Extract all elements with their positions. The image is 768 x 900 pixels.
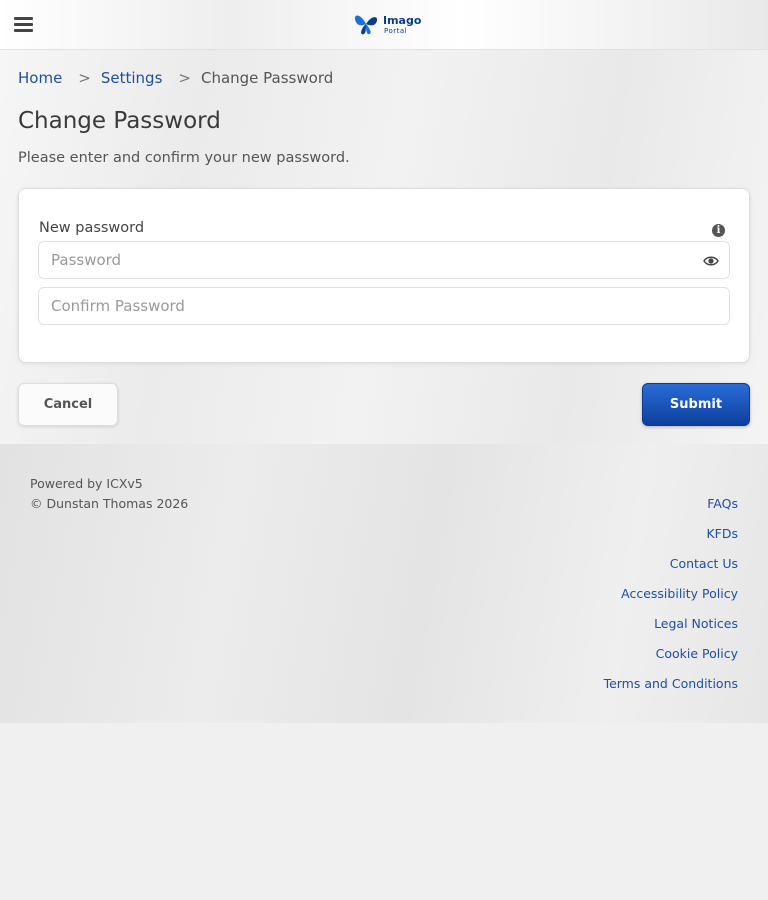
page-title: Change Password: [18, 108, 221, 134]
page-background: [0, 723, 768, 900]
info-circle-icon[interactable]: i: [712, 224, 725, 237]
submit-button[interactable]: Submit: [642, 383, 750, 426]
breadcrumb: Home > Settings > Change Password: [18, 69, 333, 87]
eye-icon[interactable]: [703, 255, 719, 267]
page-footer: Powered by ICXv5 © Dunstan Thomas 2026 F…: [0, 444, 768, 723]
imago-portal-logo[interactable]: Imago Portal: [350, 8, 422, 42]
main-content: Home > Settings > Change Password Change Pas…: [0, 50, 768, 444]
password-form-card: New password i: [18, 188, 750, 363]
footer-link-cookie-policy[interactable]: Cookie Policy: [604, 646, 738, 676]
breadcrumb-home-link[interactable]: Home: [18, 69, 62, 87]
footer-link-contact-us[interactable]: Contact Us: [604, 556, 738, 586]
powered-by-text: Powered by ICXv5: [30, 476, 143, 491]
butterfly-logo-icon: [354, 15, 378, 35]
hamburger-menu-icon[interactable]: [14, 17, 33, 32]
logo-subtitle: Portal: [384, 27, 408, 35]
logo-title: Imago: [383, 14, 422, 27]
breadcrumb-separator: >: [178, 69, 191, 87]
footer-link-terms-and-conditions[interactable]: Terms and Conditions: [604, 676, 738, 706]
footer-link-faqs[interactable]: FAQs: [604, 496, 738, 526]
breadcrumb-settings-link[interactable]: Settings: [101, 69, 163, 87]
footer-link-legal-notices[interactable]: Legal Notices: [604, 616, 738, 646]
password-input[interactable]: [38, 241, 730, 279]
footer-link-kfds[interactable]: KFDs: [604, 526, 738, 556]
new-password-label: New password: [39, 220, 145, 236]
footer-links: FAQs KFDs Contact Us Accessibility Polic…: [604, 496, 738, 706]
copyright-text: © Dunstan Thomas 2026: [30, 496, 189, 511]
breadcrumb-separator: >: [78, 69, 91, 87]
breadcrumb-current: Change Password: [200, 69, 334, 87]
cancel-button[interactable]: Cancel: [18, 383, 118, 426]
page-subtitle: Please enter and confirm your new passwo…: [18, 150, 350, 166]
top-header: Imago Portal: [0, 0, 768, 50]
footer-link-accessibility-policy[interactable]: Accessibility Policy: [604, 586, 738, 616]
confirm-password-input[interactable]: [38, 287, 730, 325]
